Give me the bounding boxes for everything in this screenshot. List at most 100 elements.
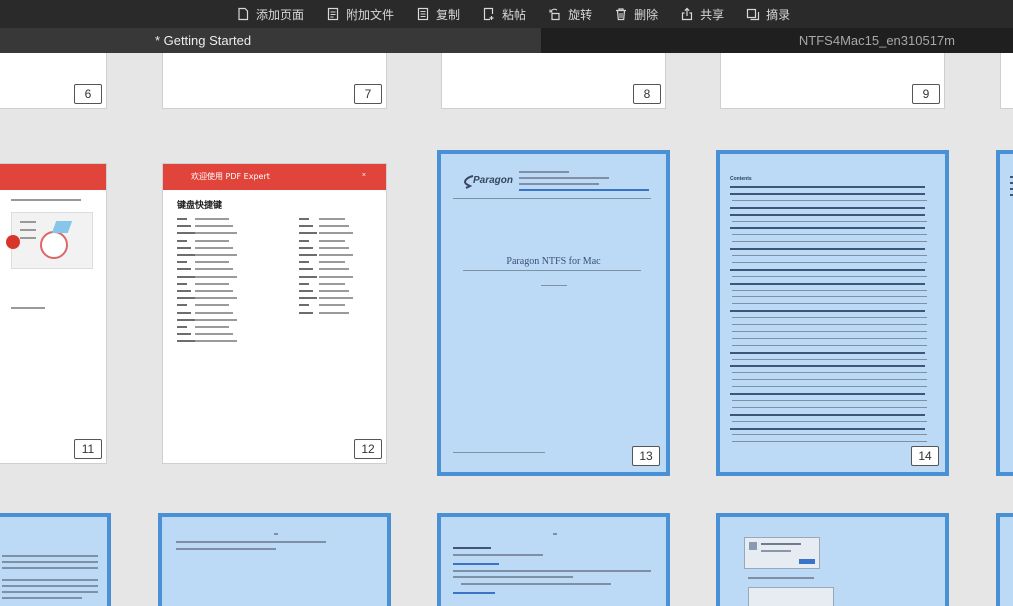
text-line [299,311,313,314]
add-page-icon [236,7,250,21]
toc-line [730,282,925,285]
page-thumbnail-18[interactable] [437,513,670,606]
toc-line [730,351,925,354]
page-thumbnail-19[interactable] [716,513,949,606]
page-number-badge: 14 [911,446,939,466]
text-line [519,189,649,191]
extract-button[interactable]: 摘录 [746,6,790,23]
delete-label: 删除 [634,7,659,22]
toc-line [732,199,927,201]
toc-line [732,379,927,381]
page-thumbnail-11[interactable]: 11 [0,163,107,464]
tab-getting-started-label: * Getting Started [154,33,252,48]
text-line [177,275,195,278]
page-thumbnail-17[interactable] [158,513,391,606]
text-line [761,550,791,552]
text-line [2,597,82,599]
page-number-badge: 9 [912,84,940,104]
text-line [20,221,36,223]
text-line [20,237,36,239]
contents-heading: Contents [730,176,752,182]
page-thumbnail-10[interactable] [1000,53,1013,109]
paste-icon [482,7,496,21]
page-number-badge: 6 [74,84,102,104]
text-line [274,533,278,535]
text-line [177,282,187,285]
text-line [299,297,317,300]
page-thumbnail-7[interactable]: 7 [162,53,387,109]
divider [463,270,641,271]
text-line [2,567,98,569]
paste-button[interactable]: 粘帖 [482,6,526,23]
text-line [319,239,345,242]
attach-file-button[interactable]: 附加文件 [326,6,394,23]
page-thumbnail-13[interactable]: Paragon Paragon NTFS for Mac 13 [437,150,670,476]
toc-line [730,310,925,313]
share-button[interactable]: 共享 [680,6,724,23]
text-line [20,229,36,231]
text-line [2,555,98,557]
text-line [299,239,309,242]
page-thumbnail-12[interactable]: 欢迎使用 PDF Expert × 键盘快捷键 12 [162,163,387,464]
page-thumbnail-9[interactable]: 9 [720,53,945,109]
toc-line [732,358,927,360]
copy-button[interactable]: 复制 [416,6,460,23]
page-thumbnail-14[interactable]: Contents 14 [716,150,949,476]
page-thumbnail-16[interactable] [0,513,111,606]
text-line [553,533,557,535]
text-line [299,282,309,285]
text-line [177,225,191,228]
text-line [299,304,309,307]
rotate-button[interactable]: 旋转 [548,6,592,23]
text-line [319,225,349,228]
text-line [319,290,349,292]
page-thumbnail-20[interactable] [996,513,1013,606]
text-line [2,591,98,593]
rotate-label: 旋转 [568,7,593,22]
tab-ntfs4mac[interactable]: NTFS4Mac15_en310517m [541,28,1013,53]
toc-line [732,406,927,408]
text-line [519,171,569,173]
text-line [11,199,81,201]
page-thumbnail-8[interactable]: 8 [441,53,666,109]
text-line [319,246,349,249]
text-line [299,268,313,271]
text-line [177,254,195,256]
add-page-button[interactable]: 添加页面 [236,6,304,23]
delete-button[interactable]: 删除 [614,6,658,23]
dialog-button [799,559,815,564]
text-line [177,239,187,242]
magnifier-circle [40,231,68,259]
text-line [177,333,191,336]
text-line [195,275,237,278]
trash-icon [614,7,628,21]
tab-getting-started[interactable]: * Getting Started [0,28,541,53]
text-line [195,254,237,256]
dialog-screenshot [744,537,820,569]
page-number-badge: 8 [633,84,661,104]
page-thumbnail-15[interactable] [996,150,1013,476]
page-thumbnail-6[interactable]: 6 [0,53,107,109]
text-line [177,268,191,271]
text-line [453,592,495,594]
toc-line [732,372,927,374]
text-line [177,304,187,307]
toc-line [730,427,925,430]
shortcut-heading: 键盘快捷键 [177,201,223,211]
rotate-icon [548,7,562,21]
toc-line [730,227,925,230]
text-line [177,297,195,300]
toc-line [730,413,925,416]
toc-line [730,213,925,216]
record-dot [6,235,20,249]
text-line [177,290,191,292]
toc-line [732,386,927,388]
page-number-badge: 13 [632,446,660,466]
text-line [11,307,45,309]
text-line [176,548,276,550]
text-line [453,576,573,578]
text-line [195,311,233,314]
text-line [177,318,195,321]
text-line [299,225,313,228]
toolbar: 添加页面 附加文件 复制 粘帖 旋转 删除 共享 摘录 [0,0,1013,28]
